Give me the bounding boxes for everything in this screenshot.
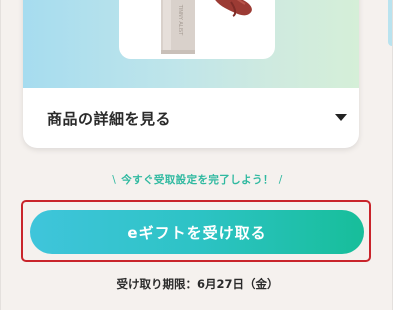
product-image-frame: TINNY ALIST <box>119 0 275 59</box>
prompt-text: 今すぐ受取設定を完了しよう！ <box>121 174 274 186</box>
product-image: TINNY ALIST <box>161 0 252 54</box>
product-card: TINNY ALIST 商品の詳細を見る <box>23 0 359 148</box>
side-panel-edge <box>388 0 392 46</box>
setup-prompt: \ 今すぐ受取設定を完了しよう！ / <box>1 172 392 187</box>
product-brand-text: TINNY ALIST <box>177 4 183 37</box>
receive-gift-button[interactable]: eギフトを受け取る <box>30 210 364 254</box>
chevron-down-icon <box>335 114 347 121</box>
product-details-toggle[interactable]: 商品の詳細を見る <box>23 88 359 148</box>
product-details-label: 商品の詳細を見る <box>47 110 172 128</box>
prompt-right-slash: / <box>278 174 283 186</box>
prompt-left-slash: \ <box>112 174 117 186</box>
deadline-text: 受け取り期限：6月27日（金） <box>116 277 279 291</box>
product-fabric <box>215 0 252 16</box>
product-hero-area: TINNY ALIST <box>23 0 359 88</box>
gift-screen: TINNY ALIST 商品の詳細を見る \ 今すぐ受取設定を完了しよう！ / eギ… <box>0 0 393 310</box>
